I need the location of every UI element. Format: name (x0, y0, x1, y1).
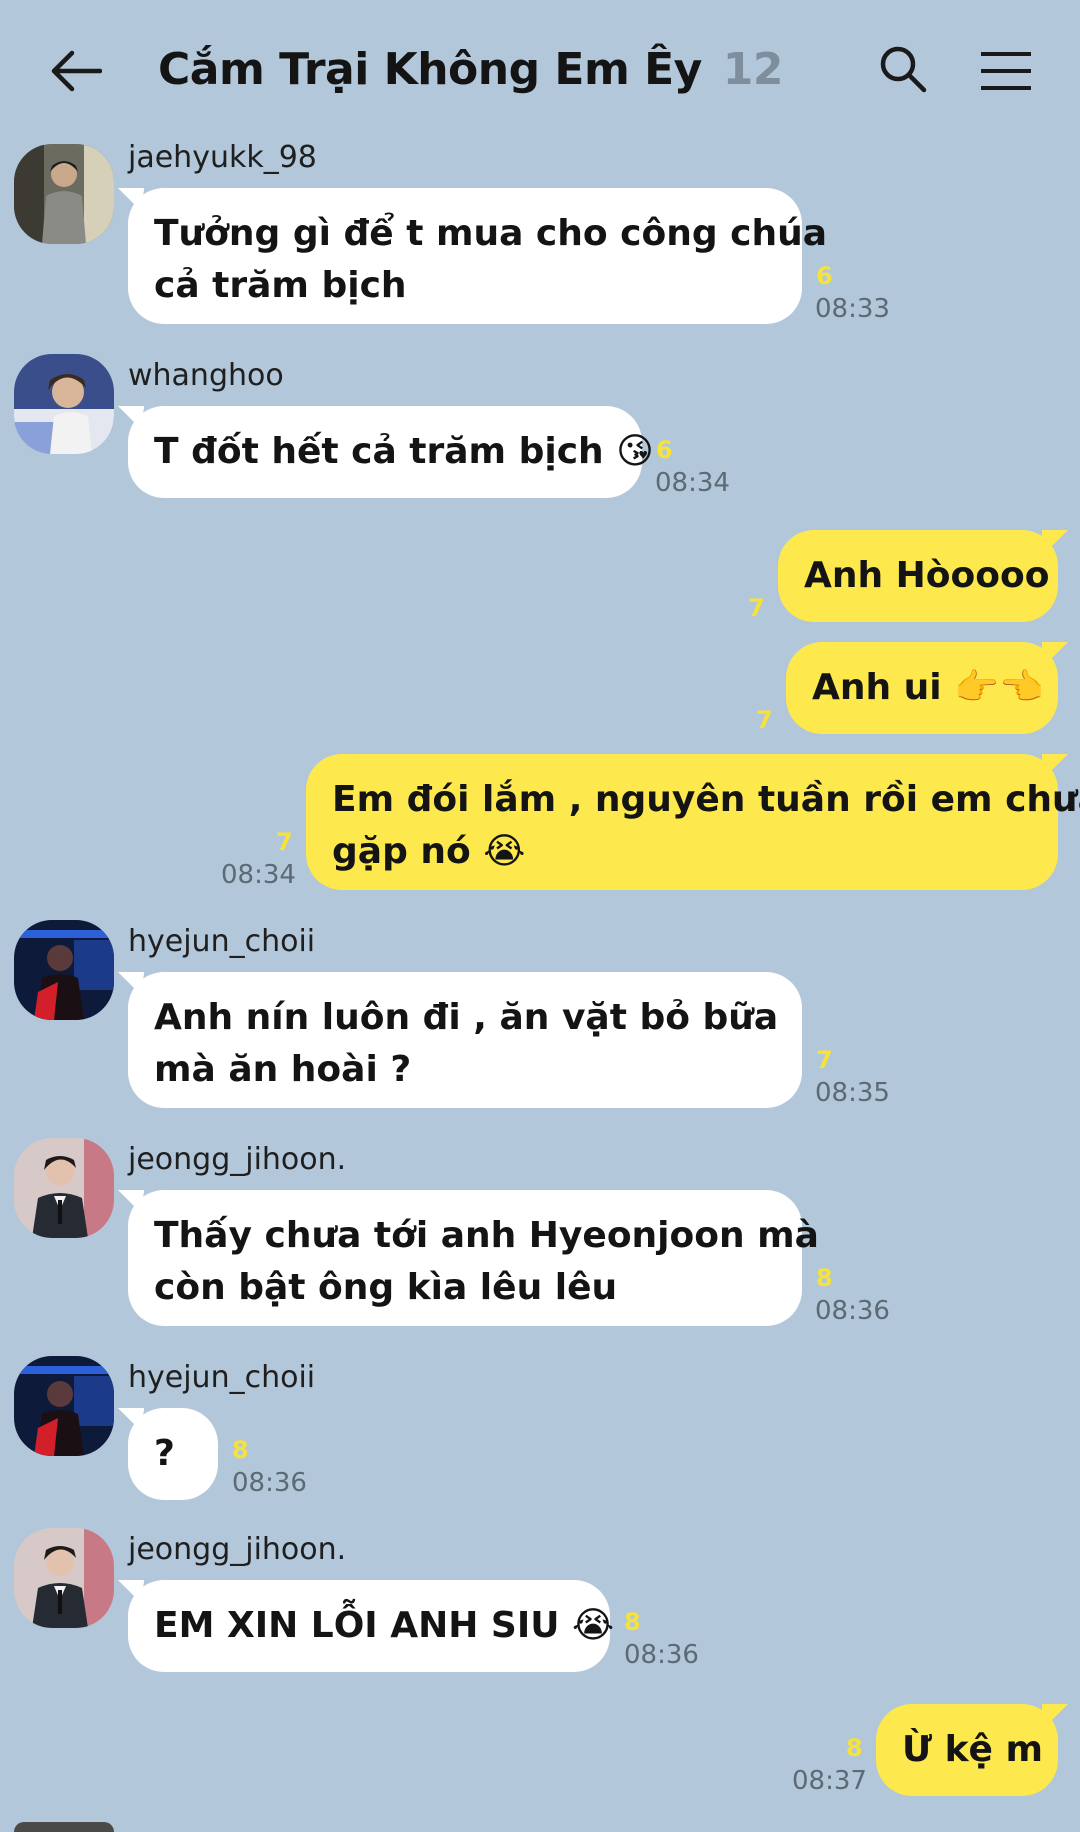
unread-count: 7 (276, 828, 293, 856)
unread-count: 6 (656, 436, 673, 464)
chat-title[interactable]: Cắm Trại Không Em Êy 12 (158, 44, 783, 95)
sender-name: hyejun_choii (128, 1360, 316, 1395)
message-text: Tưởng gì để t mua cho công chúa (154, 213, 828, 254)
message-text: Anh ui 👉👈 (812, 667, 1044, 708)
sender-name: hyejun_choii (128, 924, 316, 959)
unread-count: 8 (846, 1734, 863, 1762)
hamburger-menu-icon (981, 52, 1031, 90)
avatar-image (14, 144, 114, 244)
message-text: Em đói lắm , nguyên tuần rồi em chưa (332, 779, 1080, 820)
avatar[interactable] (14, 1138, 114, 1238)
avatar-image (14, 920, 114, 1020)
message-text: mà ăn hoài ? (154, 1049, 412, 1090)
avatar[interactable] (14, 1356, 114, 1456)
message-text: cả trăm bịch (154, 265, 407, 306)
message-bubble[interactable]: T đốt hết cả trăm bịch 😘 (128, 406, 654, 498)
menu-button[interactable] (975, 40, 1037, 102)
message-text: ? (154, 1433, 175, 1474)
unread-count: 7 (816, 1046, 833, 1074)
message-text: T đốt hết cả trăm bịch 😘 (154, 431, 654, 472)
timestamp: 08:37 (792, 1766, 867, 1796)
avatar[interactable] (14, 1822, 114, 1832)
arrow-left-icon (51, 50, 102, 92)
unread-count: 7 (748, 594, 765, 622)
message-bubble[interactable]: Anh ui 👉👈 (786, 642, 1058, 734)
unread-count: 8 (816, 1264, 833, 1292)
message-text: Ừ kệ m (902, 1729, 1044, 1770)
timestamp: 08:36 (815, 1296, 890, 1326)
timestamp: 08:33 (815, 294, 890, 324)
message-bubble[interactable]: Tưởng gì để t mua cho công chúa cả trăm … (128, 188, 828, 324)
message-bubble[interactable]: EM XIN LỖI ANH SIU 😭 (128, 1580, 615, 1672)
unread-count: 8 (232, 1436, 249, 1464)
chat-header: Cắm Trại Không Em Êy 12 (0, 0, 1080, 140)
timestamp: 08:35 (815, 1078, 890, 1108)
message-bubble[interactable]: Em đói lắm , nguyên tuần rồi em chưa gặp… (306, 754, 1080, 890)
unread-count: 7 (756, 706, 773, 734)
sender-name: jeongg_jihoon. (128, 1532, 347, 1567)
message-text: gặp nó 😭 (332, 831, 526, 872)
avatar[interactable] (14, 920, 114, 1020)
unread-count: 8 (624, 1608, 641, 1636)
avatar[interactable] (14, 1528, 114, 1628)
message-bubble[interactable]: Thấy chưa tới anh Hyeonjoon mà còn bật ô… (128, 1190, 819, 1326)
message-text: Thấy chưa tới anh Hyeonjoon mà (154, 1215, 819, 1256)
timestamp: 08:36 (232, 1468, 307, 1498)
search-icon (880, 46, 927, 93)
message-bubble[interactable]: Ừ kệ m (876, 1704, 1058, 1796)
search-button[interactable] (872, 38, 934, 100)
message-text: Anh Hòoooo (804, 555, 1050, 596)
back-button[interactable] (40, 35, 112, 107)
timestamp: 08:34 (221, 860, 296, 890)
chat-room-name: Cắm Trại Không Em Êy (158, 44, 702, 95)
sender-name: jeongg_jihoon. (128, 1142, 347, 1177)
avatar[interactable] (14, 144, 114, 244)
avatar-image (14, 354, 114, 454)
sender-name: jaehyukk_98 (128, 140, 317, 175)
message-bubble[interactable]: Anh nín luôn đi , ăn vặt bỏ bữa mà ăn ho… (128, 972, 802, 1108)
avatar-image (14, 1356, 114, 1456)
message-text: Anh nín luôn đi , ăn vặt bỏ bữa (154, 997, 779, 1038)
avatar[interactable] (14, 354, 114, 454)
message-bubble[interactable]: ? (128, 1408, 218, 1500)
unread-count: 6 (816, 262, 833, 290)
message-text: còn bật ông kìa lêu lêu (154, 1267, 618, 1308)
message-text: EM XIN LỖI ANH SIU 😭 (154, 1605, 615, 1646)
timestamp: 08:34 (655, 468, 730, 498)
member-count: 12 (722, 44, 784, 95)
sender-name: whanghoo (128, 358, 284, 393)
message-bubble[interactable]: Anh Hòoooo (778, 530, 1058, 622)
avatar-image (14, 1528, 114, 1628)
avatar-image (14, 1138, 114, 1238)
timestamp: 08:36 (624, 1640, 699, 1670)
